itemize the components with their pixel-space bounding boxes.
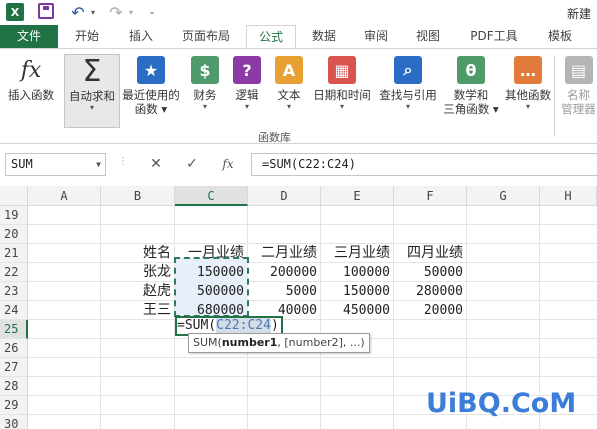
copy-range-border xyxy=(174,257,249,317)
range-reference[interactable]: C22:C24 xyxy=(216,318,271,333)
chevron-down-icon[interactable]: ▼ xyxy=(96,154,101,175)
more-functions-icon: … xyxy=(514,56,542,84)
insert-function-icon[interactable]: fx xyxy=(216,154,240,175)
row-header[interactable]: 26 xyxy=(0,339,28,358)
column-header-c[interactable]: C xyxy=(175,186,248,206)
cell-b24[interactable]: 王三 xyxy=(101,301,175,320)
row-header[interactable]: 20 xyxy=(0,225,28,244)
name-manager-icon: ▤ xyxy=(564,56,593,84)
cell-b23[interactable]: 赵虎 xyxy=(101,282,175,301)
cell-e24[interactable]: 450000 xyxy=(321,301,394,320)
spreadsheet-grid: A B C D E F G H 19 20 21 22 23 24 25 26 … xyxy=(0,186,597,429)
tab-data[interactable]: 数据 xyxy=(300,25,348,49)
enter-formula-button[interactable]: ✓ xyxy=(180,154,204,175)
column-header-g[interactable]: G xyxy=(467,186,540,206)
tab-review[interactable]: 审阅 xyxy=(352,25,400,49)
cell-e21[interactable]: 三月业绩 xyxy=(321,244,394,263)
ribbon-separator xyxy=(554,55,555,137)
tab-pdf-tools[interactable]: PDF工具 xyxy=(456,25,532,49)
column-header-a[interactable]: A xyxy=(28,186,101,206)
column-header-f[interactable]: F xyxy=(394,186,467,206)
grid-line xyxy=(28,376,597,377)
redo-dropdown-icon[interactable]: ▾ xyxy=(126,3,136,21)
theta-icon: θ xyxy=(457,56,485,84)
cell-e23[interactable]: 150000 xyxy=(321,282,394,301)
row-header[interactable]: 21 xyxy=(0,244,28,263)
recently-used-button[interactable]: ★ 最近使用的 函数 ▾ xyxy=(120,54,182,128)
row-header[interactable]: 30 xyxy=(0,415,28,429)
row-header[interactable]: 27 xyxy=(0,358,28,377)
row-header-active[interactable]: 25 xyxy=(0,320,28,339)
column-header-h[interactable]: H xyxy=(540,186,597,206)
cell-f22[interactable]: 50000 xyxy=(394,263,467,282)
cell-b22[interactable]: 张龙 xyxy=(101,263,175,282)
grid-line xyxy=(28,224,597,225)
cell-d23[interactable]: 5000 xyxy=(248,282,321,301)
insert-function-button[interactable]: fx 插入函数 xyxy=(2,54,60,128)
excel-logo-icon: X xyxy=(6,3,24,21)
cancel-formula-button[interactable]: ✕ xyxy=(144,154,168,175)
autosum-button[interactable]: Σ 自动求和 ▾ xyxy=(64,54,120,128)
function-argument-tooltip[interactable]: SUM(number1, [number2], ...) xyxy=(188,333,370,353)
column-header-b[interactable]: B xyxy=(101,186,175,206)
tab-view[interactable]: 视图 xyxy=(404,25,452,49)
redo-icon[interactable]: ↷ xyxy=(106,3,126,22)
watermark: UiBQ.CoM xyxy=(426,388,577,419)
column-header-d[interactable]: D xyxy=(248,186,321,206)
row-header[interactable]: 28 xyxy=(0,377,28,396)
name-box[interactable]: SUM ▼ xyxy=(5,153,106,176)
window-title: 新建 xyxy=(566,7,591,21)
row-header[interactable]: 29 xyxy=(0,396,28,415)
cell-f23[interactable]: 280000 xyxy=(394,282,467,301)
date-time-button[interactable]: ▦ 日期和时间 ▾ xyxy=(310,54,374,128)
tab-templates[interactable]: 模板 xyxy=(536,25,584,49)
formula-input[interactable]: =SUM(C22:C24) xyxy=(251,153,597,176)
cell-f24[interactable]: 20000 xyxy=(394,301,467,320)
logical-button[interactable]: ? 逻辑 ▾ xyxy=(228,54,266,128)
row-header[interactable]: 22 xyxy=(0,263,28,282)
undo-dropdown-icon[interactable]: ▾ xyxy=(88,3,98,21)
formula-bar-grip-icon[interactable]: ⋮ xyxy=(118,156,128,167)
cell-d21[interactable]: 二月业绩 xyxy=(248,244,321,263)
sigma-icon: Σ xyxy=(82,53,102,89)
name-manager-button[interactable]: ▤ 名称 管理器 xyxy=(560,54,597,128)
formula-bar: SUM ▼ ⋮ ✕ ✓ fx =SUM(C22:C24) xyxy=(0,152,597,178)
cell-d22[interactable]: 200000 xyxy=(248,263,321,282)
title-bar: X ↶ ▾ ↷ ▾ ⌄ 新建 xyxy=(0,0,597,25)
tab-insert[interactable]: 插入 xyxy=(116,25,166,49)
undo-icon[interactable]: ↶ xyxy=(68,3,88,22)
star-icon: ★ xyxy=(137,56,165,84)
financial-button[interactable]: $ 财务 ▾ xyxy=(186,54,224,128)
select-all-corner[interactable] xyxy=(0,186,28,206)
tab-formulas[interactable]: 公式 xyxy=(246,25,296,50)
calendar-icon: ▦ xyxy=(328,56,356,84)
cell-e22[interactable]: 100000 xyxy=(321,263,394,282)
ribbon-tabs: 文件 开始 插入 页面布局 公式 数据 审阅 视图 PDF工具 模板 xyxy=(0,25,597,50)
group-label-function-library: 函数库 xyxy=(258,131,291,144)
magnifier-icon: ⌕ xyxy=(394,56,422,84)
text-button[interactable]: A 文本 ▾ xyxy=(270,54,308,128)
lookup-reference-button[interactable]: ⌕ 查找与引用 ▾ xyxy=(376,54,440,128)
math-trig-button[interactable]: θ 数学和 三角函数 ▾ xyxy=(440,54,502,128)
tab-file[interactable]: 文件 xyxy=(0,25,58,49)
tab-page-layout[interactable]: 页面布局 xyxy=(170,25,242,49)
row-header[interactable]: 23 xyxy=(0,282,28,301)
cell-f21[interactable]: 四月业绩 xyxy=(394,244,467,263)
save-icon[interactable] xyxy=(38,3,54,19)
column-header-e[interactable]: E xyxy=(321,186,394,206)
financial-icon: $ xyxy=(191,56,219,84)
customize-toolbar-icon[interactable]: ⌄ xyxy=(146,3,158,21)
logical-icon: ? xyxy=(233,56,261,84)
more-functions-button[interactable]: … 其他函数 ▾ xyxy=(502,54,554,128)
cell-b21[interactable]: 姓名 xyxy=(101,244,175,263)
row-header[interactable]: 19 xyxy=(0,206,28,225)
fx-icon: fx xyxy=(20,57,42,83)
tooltip-current-argument[interactable]: number1 xyxy=(222,336,278,349)
grid-line xyxy=(28,357,597,358)
row-header[interactable]: 24 xyxy=(0,301,28,320)
ribbon-formulas: fx 插入函数 Σ 自动求和 ▾ ★ 最近使用的 函数 ▾ $ 财务 ▾ ? 逻… xyxy=(0,48,597,144)
text-icon: A xyxy=(275,56,303,84)
tab-home[interactable]: 开始 xyxy=(62,25,112,49)
